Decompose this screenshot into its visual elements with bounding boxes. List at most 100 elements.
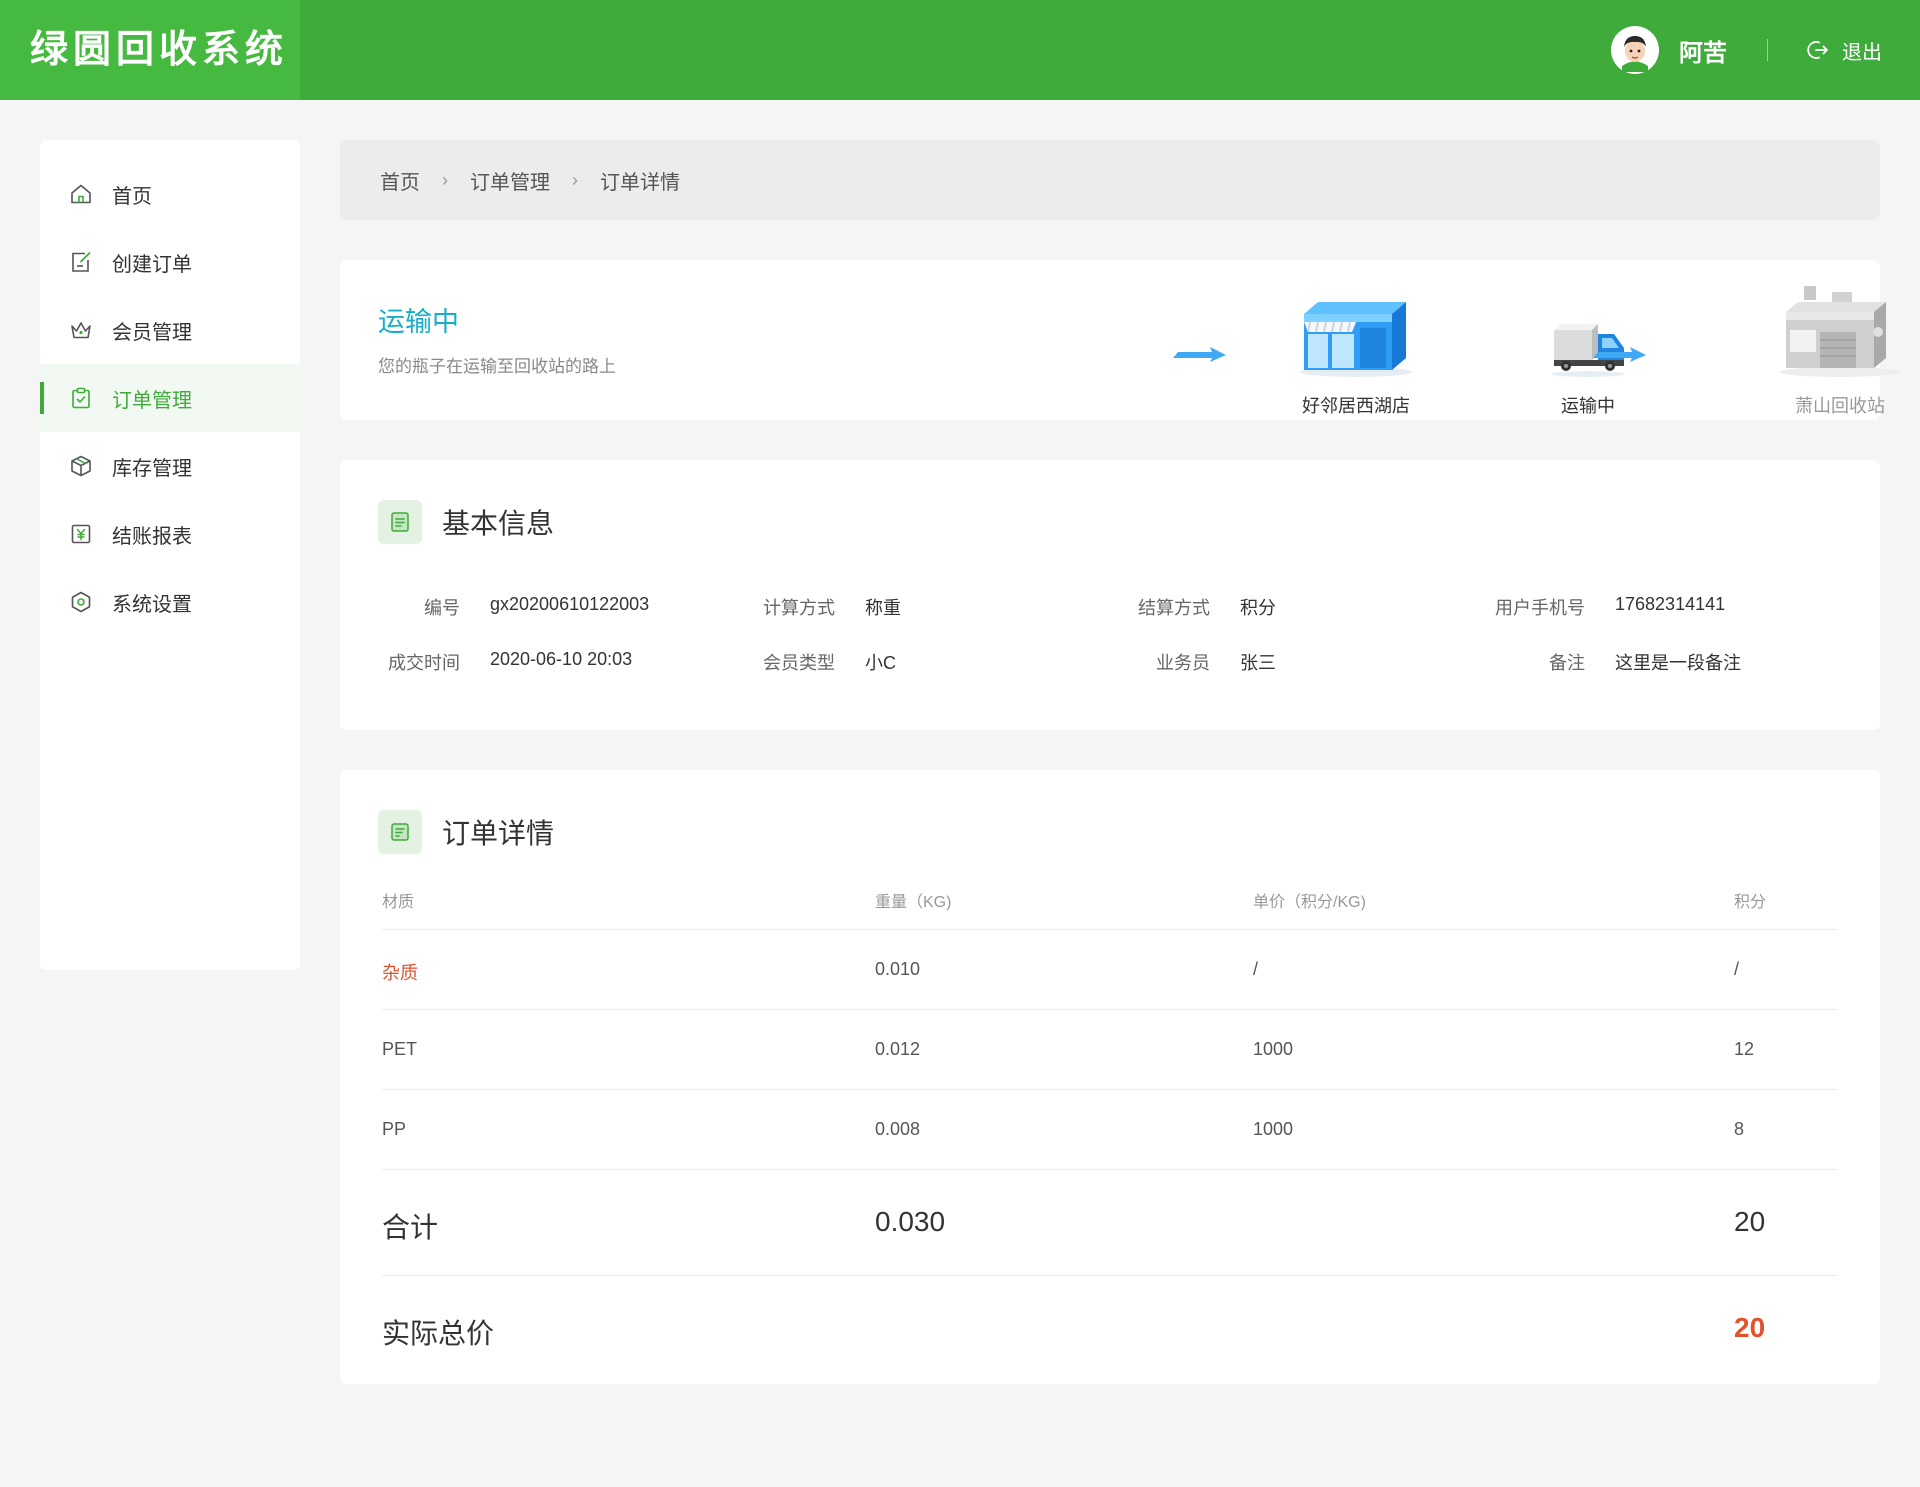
sidebar-item-inventory[interactable]: 库存管理 bbox=[40, 432, 300, 500]
shipping-status-card: 运输中 您的瓶子在运输至回收站的路上 好邻居西湖店 运输中 萧山回收站 bbox=[340, 260, 1900, 420]
app-title: 绿圆回收系统 bbox=[0, 0, 300, 100]
top-header: 绿圆回收系统 阿苦 退出 bbox=[0, 0, 1920, 100]
chevron-right-icon: › bbox=[442, 169, 448, 190]
table-cell-weight: 0.010 bbox=[875, 959, 921, 979]
info-key: 结算方式 bbox=[1138, 598, 1210, 618]
actual-price-label: 实际总价 bbox=[382, 1318, 495, 1349]
actual-price-value: 20 bbox=[1734, 1312, 1766, 1343]
logout-icon bbox=[1807, 41, 1828, 59]
info-value: 张三 bbox=[1240, 653, 1276, 673]
info-remark: 备注 这里是一段备注 bbox=[1493, 649, 1741, 675]
info-key: 业务员 bbox=[1156, 653, 1210, 673]
sidebar-item-reports[interactable]: 结账报表 bbox=[40, 500, 300, 568]
sidebar: 首页 创建订单 会员管理 订单管理 库存管理 结账报表 系统设置 bbox=[40, 140, 300, 970]
document-icon bbox=[378, 500, 422, 544]
row-divider bbox=[382, 929, 1838, 930]
table-cell-material: 杂质 bbox=[382, 963, 418, 983]
table-cell-points: 8 bbox=[1734, 1119, 1745, 1139]
receipt-icon bbox=[378, 810, 422, 854]
info-calc-method: 计算方式 称重 bbox=[743, 594, 901, 620]
row-divider bbox=[382, 1089, 1838, 1090]
column-header-weight: 重量（KG) bbox=[875, 894, 952, 911]
total-weight: 0.030 bbox=[875, 1206, 946, 1237]
row-divider bbox=[382, 1009, 1838, 1010]
destination-station: 萧山回收站 bbox=[1760, 286, 1920, 418]
settings-icon bbox=[68, 589, 94, 615]
crown-icon bbox=[68, 317, 94, 343]
table-cell-material: PET bbox=[382, 1039, 418, 1059]
truck-icon bbox=[1508, 286, 1668, 378]
info-key: 成交时间 bbox=[388, 653, 460, 673]
sidebar-item-members[interactable]: 会员管理 bbox=[40, 296, 300, 364]
table-cell-unit-price: 1000 bbox=[1253, 1119, 1294, 1139]
recycling-plant-icon bbox=[1760, 286, 1920, 378]
arrow-right-icon bbox=[1173, 347, 1226, 362]
breadcrumb-orders[interactable]: 订单管理 bbox=[470, 166, 550, 195]
info-key: 备注 bbox=[1549, 653, 1585, 673]
info-key: 编号 bbox=[424, 598, 460, 618]
user-area: 阿苦 退出 bbox=[1611, 0, 1882, 100]
breadcrumb: 首页 › 订单管理 › 订单详情 bbox=[340, 140, 1880, 220]
column-header-points: 积分 bbox=[1734, 894, 1767, 911]
origin-station-label: 好邻居西湖店 bbox=[1302, 396, 1410, 416]
sidebar-item-orders[interactable]: 订单管理 bbox=[40, 364, 300, 432]
username[interactable]: 阿苦 bbox=[1679, 33, 1727, 68]
info-key: 用户手机号 bbox=[1495, 598, 1585, 618]
user-avatar[interactable] bbox=[1611, 26, 1659, 74]
sidebar-item-label: 结账报表 bbox=[112, 525, 192, 548]
table-cell-points: / bbox=[1734, 959, 1740, 979]
row-divider bbox=[382, 1169, 1838, 1170]
sidebar-item-label: 创建订单 bbox=[112, 253, 192, 276]
info-key: 会员类型 bbox=[763, 653, 835, 673]
logout-label: 退出 bbox=[1842, 41, 1882, 64]
info-value: 小C bbox=[865, 653, 896, 673]
breadcrumb-current: 订单详情 bbox=[600, 171, 680, 194]
clipboard-icon bbox=[68, 385, 94, 411]
total-points: 20 bbox=[1734, 1206, 1766, 1237]
info-order-number: 编号 gx20200610122003 bbox=[368, 594, 649, 620]
sidebar-item-label: 会员管理 bbox=[112, 321, 192, 344]
table-cell-unit-price: / bbox=[1253, 959, 1259, 979]
sidebar-item-label: 首页 bbox=[112, 185, 152, 208]
sidebar-item-label: 订单管理 bbox=[112, 389, 192, 412]
info-value: gx20200610122003 bbox=[490, 594, 650, 614]
info-key: 计算方式 bbox=[763, 598, 835, 618]
logout-button[interactable]: 退出 bbox=[1806, 36, 1882, 65]
info-phone: 用户手机号 17682314141 bbox=[1493, 594, 1725, 620]
total-label: 合计 bbox=[382, 1212, 439, 1243]
info-member-type: 会员类型 小C bbox=[743, 649, 896, 675]
avatar-face-icon bbox=[1613, 28, 1657, 72]
order-detail-card: 订单详情 材质 重量（KG) 单价（积分/KG) 积分 杂质 0.010 / /… bbox=[340, 770, 1880, 1384]
header-divider bbox=[1767, 39, 1768, 61]
sidebar-item-settings[interactable]: 系统设置 bbox=[40, 568, 300, 636]
section-title: 基本信息 bbox=[442, 508, 555, 539]
table-cell-unit-price: 1000 bbox=[1253, 1039, 1294, 1059]
column-header-unit-price: 单价（积分/KG) bbox=[1253, 894, 1366, 911]
box-icon bbox=[68, 453, 94, 479]
table-cell-points: 12 bbox=[1734, 1039, 1755, 1059]
basic-info-header: 基本信息 bbox=[378, 500, 554, 544]
edit-icon bbox=[68, 249, 94, 275]
table-cell-material: PP bbox=[382, 1119, 407, 1139]
table-cell-weight: 0.008 bbox=[875, 1119, 921, 1139]
section-title: 订单详情 bbox=[442, 818, 555, 849]
sidebar-item-create-order[interactable]: 创建订单 bbox=[40, 228, 300, 296]
sidebar-item-label: 系统设置 bbox=[112, 593, 192, 616]
info-deal-time: 成交时间 2020-06-10 20:03 bbox=[368, 649, 632, 675]
arrow-right-icon bbox=[1593, 347, 1646, 362]
info-value: 这里是一段备注 bbox=[1615, 653, 1741, 673]
sidebar-item-home[interactable]: 首页 bbox=[40, 160, 300, 228]
sidebar-item-label: 库存管理 bbox=[112, 457, 192, 480]
yuan-icon bbox=[68, 521, 94, 547]
store-icon bbox=[1276, 286, 1436, 378]
transit-station-label: 运输中 bbox=[1561, 396, 1615, 416]
info-salesperson: 业务员 张三 bbox=[1118, 649, 1276, 675]
destination-station-label: 萧山回收站 bbox=[1795, 396, 1885, 416]
info-value: 17682314141 bbox=[1615, 594, 1726, 614]
origin-station: 好邻居西湖店 bbox=[1276, 286, 1436, 418]
breadcrumb-home[interactable]: 首页 bbox=[380, 166, 420, 195]
info-settle-method: 结算方式 积分 bbox=[1118, 594, 1276, 620]
column-header-material: 材质 bbox=[382, 894, 415, 911]
basic-info-card: 基本信息 编号 gx20200610122003 计算方式 称重 结算方式 积分… bbox=[340, 460, 1880, 730]
status-subtitle: 您的瓶子在运输至回收站的路上 bbox=[378, 357, 616, 376]
